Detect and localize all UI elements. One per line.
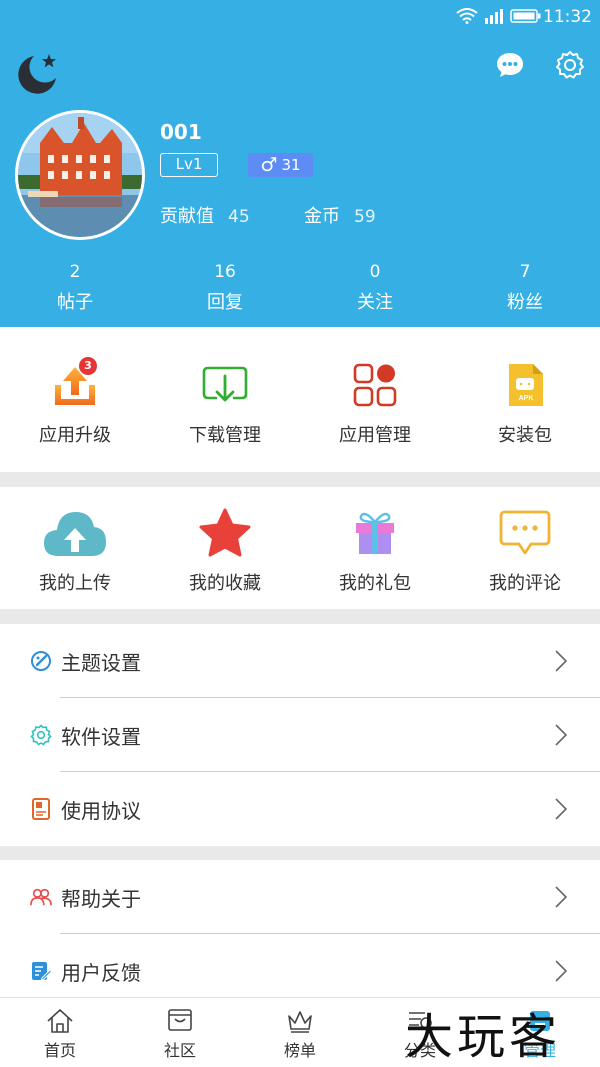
menu-label: 帮助关于 xyxy=(61,886,141,911)
cloud-upload-icon xyxy=(42,505,108,561)
male-icon: ♂ xyxy=(260,153,278,176)
grid-label: 应用管理 xyxy=(339,425,411,446)
home-icon xyxy=(47,1009,73,1033)
palette-icon xyxy=(30,650,52,672)
battery-icon xyxy=(510,9,541,23)
community-icon xyxy=(168,1009,192,1031)
message-icon[interactable] xyxy=(495,50,525,80)
tab-ranking[interactable]: 榜单 xyxy=(240,998,360,1067)
count-label: 回复 xyxy=(207,292,243,313)
settings-menu-group: 主题设置 软件设置 使用协议 xyxy=(0,624,600,846)
people-icon xyxy=(30,886,52,908)
menu-software-settings[interactable]: 软件设置 xyxy=(0,698,600,772)
chevron-right-icon xyxy=(555,960,568,982)
signal-icon xyxy=(485,9,503,24)
app-upgrade-item[interactable]: 3 应用升级 xyxy=(0,357,150,472)
count-number: 7 xyxy=(519,262,531,282)
avatar-image xyxy=(18,113,142,237)
watermark-text: 大玩客 xyxy=(405,1009,562,1065)
gear-icon xyxy=(30,724,52,746)
grid-label: 应用升级 xyxy=(39,425,111,446)
grid-label: 我的评论 xyxy=(489,573,561,594)
upload-tray-icon: 3 xyxy=(47,357,103,413)
profile-counts: 2 帖子 16 回复 0 关注 7 粉丝 xyxy=(0,262,600,314)
tab-label: 榜单 xyxy=(283,1041,316,1060)
menu-label: 软件设置 xyxy=(61,724,141,749)
my-favorites-item[interactable]: 我的收藏 xyxy=(150,505,300,609)
night-mode-icon[interactable] xyxy=(16,52,60,96)
apk-file-icon: APK xyxy=(497,357,553,413)
chevron-right-icon xyxy=(555,650,568,672)
grid-label: 我的礼包 xyxy=(339,573,411,594)
grid-label: 我的上传 xyxy=(39,573,111,594)
menu-theme-settings[interactable]: 主题设置 xyxy=(0,624,600,698)
status-icons xyxy=(456,8,542,24)
status-time: 11:32 xyxy=(543,7,592,27)
crown-icon xyxy=(288,1011,312,1033)
tab-label: 社区 xyxy=(163,1041,196,1060)
document-icon xyxy=(30,798,52,820)
count-label: 帖子 xyxy=(57,292,93,313)
svg-text:APK: APK xyxy=(519,395,534,402)
grid-label: 安装包 xyxy=(498,425,552,446)
contribution-stat: 贡献值 45 xyxy=(160,202,250,228)
grid-label: 我的收藏 xyxy=(189,573,261,594)
menu-user-agreement[interactable]: 使用协议 xyxy=(0,772,600,846)
tab-home[interactable]: 首页 xyxy=(0,998,120,1067)
count-following[interactable]: 0 关注 xyxy=(300,262,450,314)
my-uploads-item[interactable]: 我的上传 xyxy=(0,505,150,609)
coins-label: 金币 xyxy=(304,206,340,227)
install-package-item[interactable]: APK 安装包 xyxy=(450,357,600,472)
menu-label: 使用协议 xyxy=(61,798,141,823)
my-comments-item[interactable]: 我的评论 xyxy=(450,505,600,609)
notification-badge: 3 xyxy=(79,357,97,375)
my-gifts-item[interactable]: 我的礼包 xyxy=(300,505,450,609)
wifi-icon xyxy=(456,8,478,24)
chevron-right-icon xyxy=(555,724,568,746)
coins-value: 59 xyxy=(354,207,376,227)
count-replies[interactable]: 16 回复 xyxy=(150,262,300,314)
username: 001 xyxy=(160,120,202,144)
age-value: 31 xyxy=(281,156,301,174)
chevron-right-icon xyxy=(555,886,568,908)
chevron-right-icon xyxy=(555,798,568,820)
feedback-icon xyxy=(30,960,52,982)
menu-label: 用户反馈 xyxy=(61,960,141,985)
contribution-label: 贡献值 xyxy=(160,206,214,227)
help-menu-group: 帮助关于 用户反馈 xyxy=(0,860,600,1008)
download-tray-icon xyxy=(197,357,253,413)
my-content-grid: 我的上传 我的收藏 我的礼包 我的评论 xyxy=(0,487,600,609)
app-tools-grid: 3 应用升级 下载管理 应用管理 APK 安装包 xyxy=(0,327,600,472)
menu-help-about[interactable]: 帮助关于 xyxy=(0,860,600,934)
count-posts[interactable]: 2 帖子 xyxy=(0,262,150,314)
star-icon xyxy=(197,505,253,561)
gender-age-badge: ♂ 31 xyxy=(248,153,313,177)
count-number: 0 xyxy=(369,262,381,282)
tab-community[interactable]: 社区 xyxy=(120,998,240,1067)
profile-header: 11:32 001 Lv1 ♂ 31 贡献值 45 金币 59 2 帖子 16 … xyxy=(0,0,600,327)
count-number: 2 xyxy=(69,262,81,282)
gift-icon xyxy=(347,505,403,561)
count-number: 16 xyxy=(214,262,236,282)
coins-stat: 金币 59 xyxy=(304,202,376,228)
level-badge: Lv1 xyxy=(160,153,218,177)
avatar[interactable] xyxy=(15,110,145,240)
comment-icon xyxy=(497,505,553,561)
count-followers[interactable]: 7 粉丝 xyxy=(450,262,600,314)
screen: 11:32 001 Lv1 ♂ 31 贡献值 45 金币 59 2 帖子 16 … xyxy=(0,0,600,1067)
grid-label: 下载管理 xyxy=(189,425,261,446)
app-manager-item[interactable]: 应用管理 xyxy=(300,357,450,472)
contribution-value: 45 xyxy=(228,207,250,227)
apps-grid-icon xyxy=(347,357,403,413)
tab-label: 首页 xyxy=(43,1041,76,1060)
menu-label: 主题设置 xyxy=(61,650,141,675)
download-manager-item[interactable]: 下载管理 xyxy=(150,357,300,472)
settings-gear-icon[interactable] xyxy=(555,50,585,80)
count-label: 关注 xyxy=(357,292,393,313)
status-bar: 11:32 xyxy=(0,0,600,36)
count-label: 粉丝 xyxy=(507,292,543,313)
